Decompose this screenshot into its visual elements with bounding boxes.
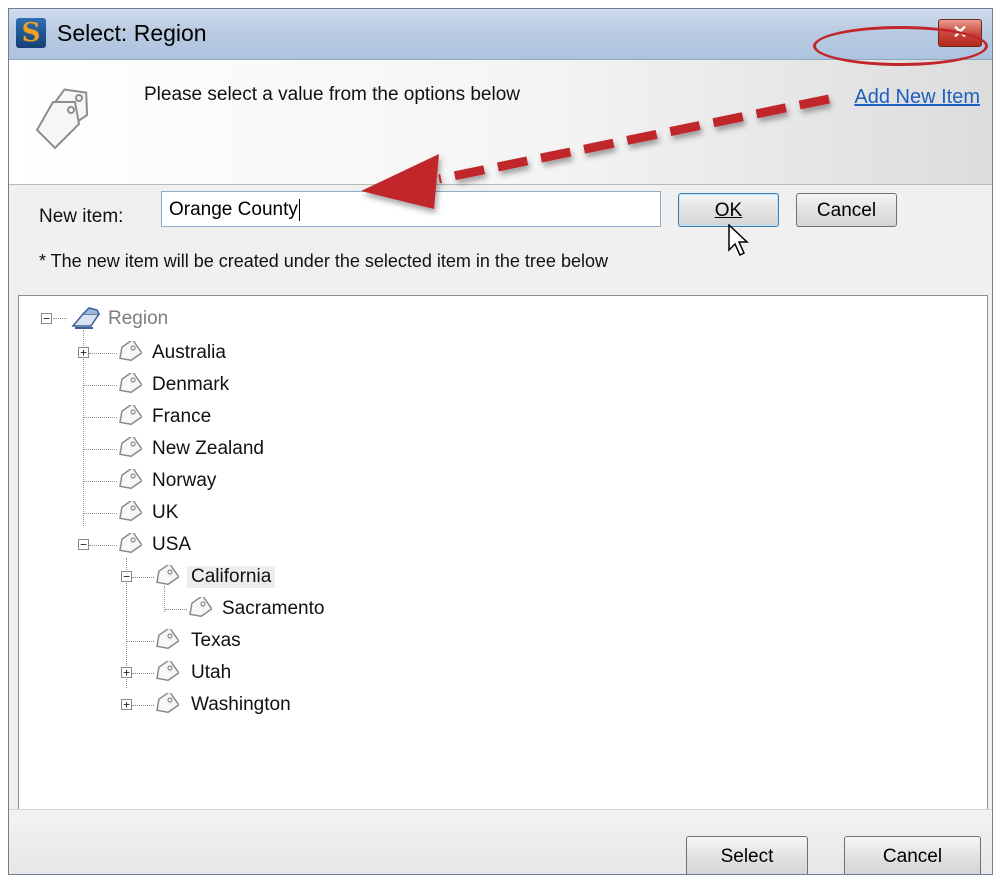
price-tags-icon	[35, 88, 89, 150]
ok-button-label: OK	[714, 200, 743, 221]
title-bar[interactable]: S Select: Region ✕	[9, 9, 992, 60]
tree-connector	[84, 417, 117, 418]
region-tree[interactable]: − Region + Australia Denmark France New …	[18, 295, 988, 810]
tree-connector	[53, 318, 67, 319]
tree-item-usa[interactable]: USA	[152, 534, 191, 556]
tree-item-utah[interactable]: Utah	[191, 662, 231, 684]
tree-connector	[84, 481, 117, 482]
new-item-value: Orange County	[169, 199, 298, 221]
tree-connector	[132, 577, 154, 578]
cancel-new-item-button[interactable]: Cancel	[796, 193, 897, 227]
tree-item-new-zealand[interactable]: New Zealand	[152, 438, 264, 460]
tag-icon	[119, 437, 142, 458]
collapse-california-toggle[interactable]: −	[121, 571, 132, 582]
tree-connector	[127, 641, 154, 642]
new-item-note: * The new item will be created under the…	[39, 251, 608, 271]
add-new-item-link[interactable]: Add New Item	[854, 86, 980, 109]
tag-icon	[119, 533, 142, 554]
tag-icon	[189, 597, 212, 618]
tree-item-sacramento[interactable]: Sacramento	[222, 598, 324, 620]
tag-icon	[119, 341, 142, 362]
tree-item-texas[interactable]: Texas	[191, 630, 241, 652]
region-root-icon	[71, 307, 101, 329]
tree-connector	[89, 353, 117, 354]
collapse-usa-toggle[interactable]: −	[78, 539, 89, 550]
collapse-region-toggle[interactable]: −	[41, 313, 52, 324]
tree-item-denmark[interactable]: Denmark	[152, 374, 229, 396]
tag-icon	[156, 629, 179, 650]
dialog-header: Please select a value from the options b…	[9, 60, 992, 185]
tree-connector	[132, 673, 154, 674]
tree-connector	[84, 385, 117, 386]
expand-australia-toggle[interactable]: +	[78, 347, 89, 358]
window-title: Select: Region	[57, 20, 207, 46]
new-item-label: New item:	[39, 206, 124, 227]
tree-connector	[132, 705, 154, 706]
cancel-button[interactable]: Cancel	[844, 836, 981, 874]
tag-icon	[156, 661, 179, 682]
tree-item-australia[interactable]: Australia	[152, 342, 226, 364]
instruction-text: Please select a value from the options b…	[144, 84, 520, 105]
app-logo-icon: S	[16, 18, 46, 48]
tag-icon	[119, 501, 142, 522]
tag-icon	[156, 565, 179, 586]
tree-connector	[84, 449, 117, 450]
mouse-cursor-icon	[728, 224, 749, 257]
tree-item-norway[interactable]: Norway	[152, 470, 216, 492]
tree-connector	[89, 545, 117, 546]
tree-connector	[165, 609, 187, 610]
tree-connector	[83, 330, 84, 526]
tree-item-uk[interactable]: UK	[152, 502, 178, 524]
select-region-dialog: S Select: Region ✕ Please select a value…	[8, 8, 993, 875]
text-caret	[298, 199, 300, 221]
tree-item-region[interactable]: Region	[108, 308, 168, 330]
tag-icon	[119, 469, 142, 490]
close-button[interactable]: ✕	[938, 19, 982, 47]
expand-utah-toggle[interactable]: +	[121, 667, 132, 678]
new-item-input[interactable]: Orange County	[161, 191, 661, 227]
tag-icon	[119, 373, 142, 394]
tree-connector	[84, 513, 117, 514]
tree-item-washington[interactable]: Washington	[191, 694, 291, 716]
tag-icon	[156, 693, 179, 714]
tag-icon	[119, 405, 142, 426]
tree-item-california[interactable]: California	[187, 566, 276, 588]
ok-button[interactable]: OK	[678, 193, 779, 227]
tree-item-france[interactable]: France	[152, 406, 211, 428]
expand-washington-toggle[interactable]: +	[121, 699, 132, 710]
select-button[interactable]: Select	[686, 836, 808, 874]
